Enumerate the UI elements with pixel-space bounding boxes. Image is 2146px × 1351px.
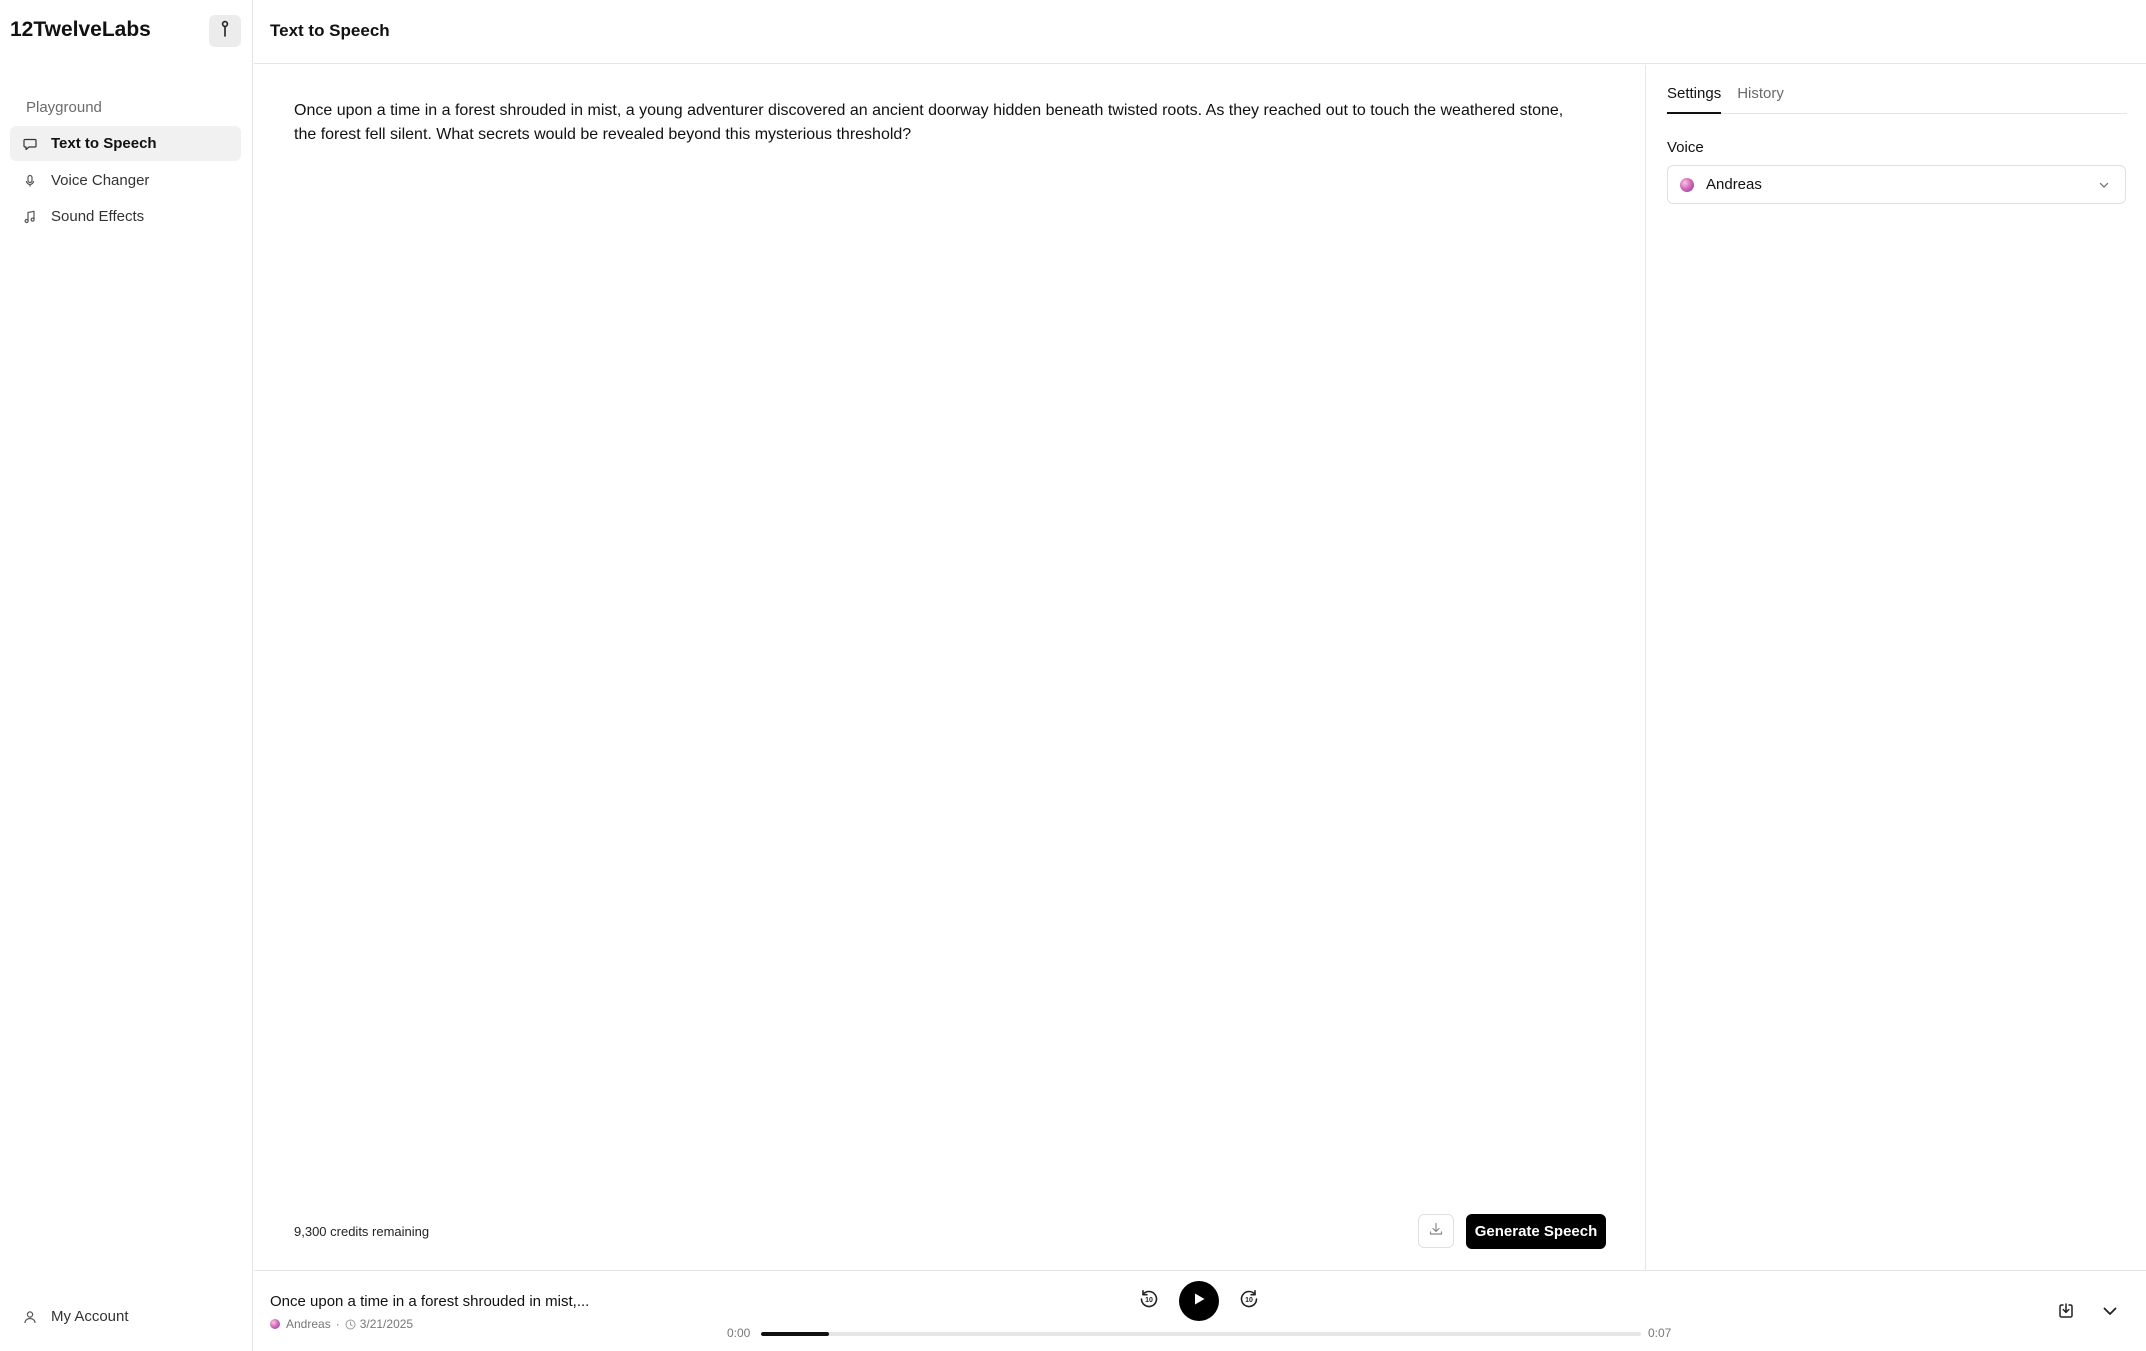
brand-logo: 12TwelveLabs: [10, 18, 151, 41]
player-download-button[interactable]: [2056, 1301, 2076, 1321]
nav-group-label: Playground: [26, 99, 102, 116]
sidebar-item-label: Sound Effects: [51, 208, 145, 225]
voice-select-value: Andreas: [1706, 176, 1762, 193]
page-header: Text to Speech: [254, 0, 2146, 64]
pin-sidebar-button[interactable]: [209, 15, 241, 47]
microphone-icon: [23, 174, 37, 188]
chevron-down-icon: [2097, 178, 2111, 196]
music-note-icon: [23, 210, 37, 224]
sidebar-item-voice-changer[interactable]: Voice Changer: [10, 163, 241, 198]
time-total: 0:07: [1648, 1326, 1672, 1340]
clock-icon: [345, 1319, 356, 1330]
playback-progress-fill: [761, 1332, 829, 1336]
settings-panel: Settings History Voice Andreas: [1647, 65, 2146, 1270]
sidebar-item-label: Text to Speech: [51, 135, 157, 152]
svg-text:10: 10: [1145, 1297, 1153, 1304]
track-voice: Andreas: [286, 1317, 331, 1331]
chevron-down-icon: [2100, 1307, 2120, 1325]
my-account-label: My Account: [51, 1308, 129, 1325]
forward-10-button[interactable]: 10: [1238, 1288, 1260, 1310]
tab-settings[interactable]: Settings: [1667, 85, 1722, 114]
svg-text:10: 10: [1245, 1297, 1253, 1304]
sidebar-item-text-to-speech[interactable]: Text to Speech: [10, 126, 241, 161]
voice-avatar-icon: [270, 1319, 280, 1329]
track-meta: Andreas · 3/21/2025: [270, 1317, 413, 1331]
tab-history[interactable]: History: [1737, 85, 1784, 114]
voice-label: Voice: [1667, 139, 1704, 156]
playback-progress[interactable]: [761, 1332, 1641, 1336]
voice-select[interactable]: Andreas: [1667, 165, 2126, 204]
settings-tabs: Settings History: [1667, 85, 2127, 114]
my-account-button[interactable]: My Account: [10, 1299, 241, 1334]
voice-avatar-icon: [1680, 177, 1694, 192]
rewind-10-button[interactable]: 10: [1138, 1288, 1160, 1310]
download-icon: [2056, 1303, 2076, 1325]
credits-remaining: 9,300 credits remaining: [294, 1224, 430, 1239]
download-button[interactable]: [1418, 1214, 1454, 1248]
track-title: Once upon a time in a forest shrouded in…: [270, 1293, 590, 1310]
collapse-player-button[interactable]: [2100, 1301, 2120, 1321]
track-date: 3/21/2025: [359, 1317, 414, 1331]
time-current: 0:00: [727, 1326, 751, 1340]
play-button[interactable]: [1179, 1281, 1219, 1321]
audio-player: Once upon a time in a forest shrouded in…: [254, 1270, 2146, 1351]
download-icon: [1429, 1222, 1443, 1241]
app-root: 12TwelveLabs Playground Text to Speech V…: [0, 0, 2146, 1351]
sidebar-item-sound-effects[interactable]: Sound Effects: [10, 199, 241, 234]
forward-10-icon: 10: [1238, 1290, 1260, 1314]
generate-speech-button[interactable]: Generate Speech: [1466, 1214, 1606, 1249]
play-icon: [1191, 1291, 1207, 1312]
user-icon: [23, 1310, 37, 1324]
script-textarea[interactable]: Once upon a time in a forest shrouded in…: [294, 99, 1584, 147]
sidebar-item-label: Voice Changer: [51, 172, 150, 189]
meta-separator: ·: [335, 1317, 340, 1331]
sidebar: 12TwelveLabs Playground Text to Speech V…: [0, 0, 253, 1351]
page-title: Text to Speech: [270, 21, 390, 40]
message-icon: [23, 137, 37, 151]
rewind-10-icon: 10: [1138, 1290, 1160, 1314]
text-editor-area: Once upon a time in a forest shrouded in…: [254, 65, 1646, 1270]
pin-icon: [218, 20, 232, 43]
